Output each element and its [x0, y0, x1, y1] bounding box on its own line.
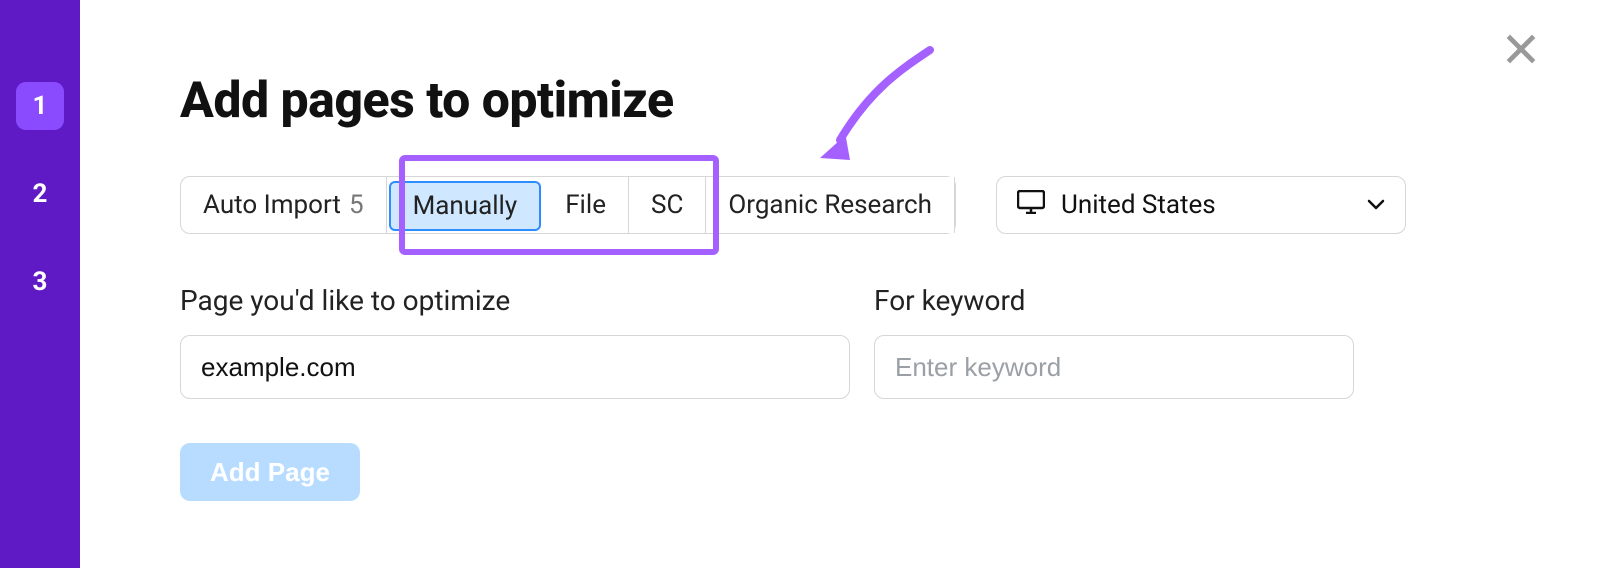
keyword-field: For keyword	[874, 284, 1354, 399]
tab-organic-research[interactable]: Organic Research	[706, 177, 955, 233]
page-field-label: Page you'd like to optimize	[180, 284, 850, 317]
step-3[interactable]: 3	[16, 258, 64, 306]
country-value: United States	[1061, 190, 1216, 220]
tab-label: Organic Research	[728, 190, 932, 220]
desktop-icon	[1017, 190, 1045, 221]
tab-label: Manually	[413, 191, 518, 221]
wizard-sidebar: 1 2 3	[0, 0, 80, 568]
page-field: Page you'd like to optimize	[180, 284, 850, 399]
close-button[interactable]	[1502, 30, 1540, 72]
tab-label: File	[565, 190, 606, 220]
keyword-input[interactable]	[874, 335, 1354, 399]
tab-manually[interactable]: Manually	[389, 181, 542, 231]
tab-count: 5	[349, 190, 364, 220]
tab-label: SC	[651, 190, 683, 220]
page-url-input[interactable]	[180, 335, 850, 399]
tab-label: Auto Import	[203, 190, 341, 220]
tab-auto-import[interactable]: Auto Import 5	[181, 177, 387, 233]
tab-file[interactable]: File	[543, 177, 629, 233]
fields-row: Page you'd like to optimize For keyword	[180, 284, 1500, 399]
page-title: Add pages to optimize	[180, 72, 1500, 130]
main-panel: Add pages to optimize Auto Import 5 Manu…	[80, 0, 1600, 568]
country-select[interactable]: United States	[996, 176, 1406, 234]
add-page-button[interactable]: Add Page	[180, 443, 360, 501]
toolbar-row: Auto Import 5 Manually File SC Organic R…	[180, 176, 1500, 234]
keyword-field-label: For keyword	[874, 284, 1354, 317]
tab-sc[interactable]: SC	[629, 177, 706, 233]
import-tabs: Auto Import 5 Manually File SC Organic R…	[180, 176, 956, 234]
step-1[interactable]: 1	[16, 82, 64, 130]
chevron-down-icon	[1367, 195, 1385, 216]
step-2[interactable]: 2	[16, 170, 64, 218]
